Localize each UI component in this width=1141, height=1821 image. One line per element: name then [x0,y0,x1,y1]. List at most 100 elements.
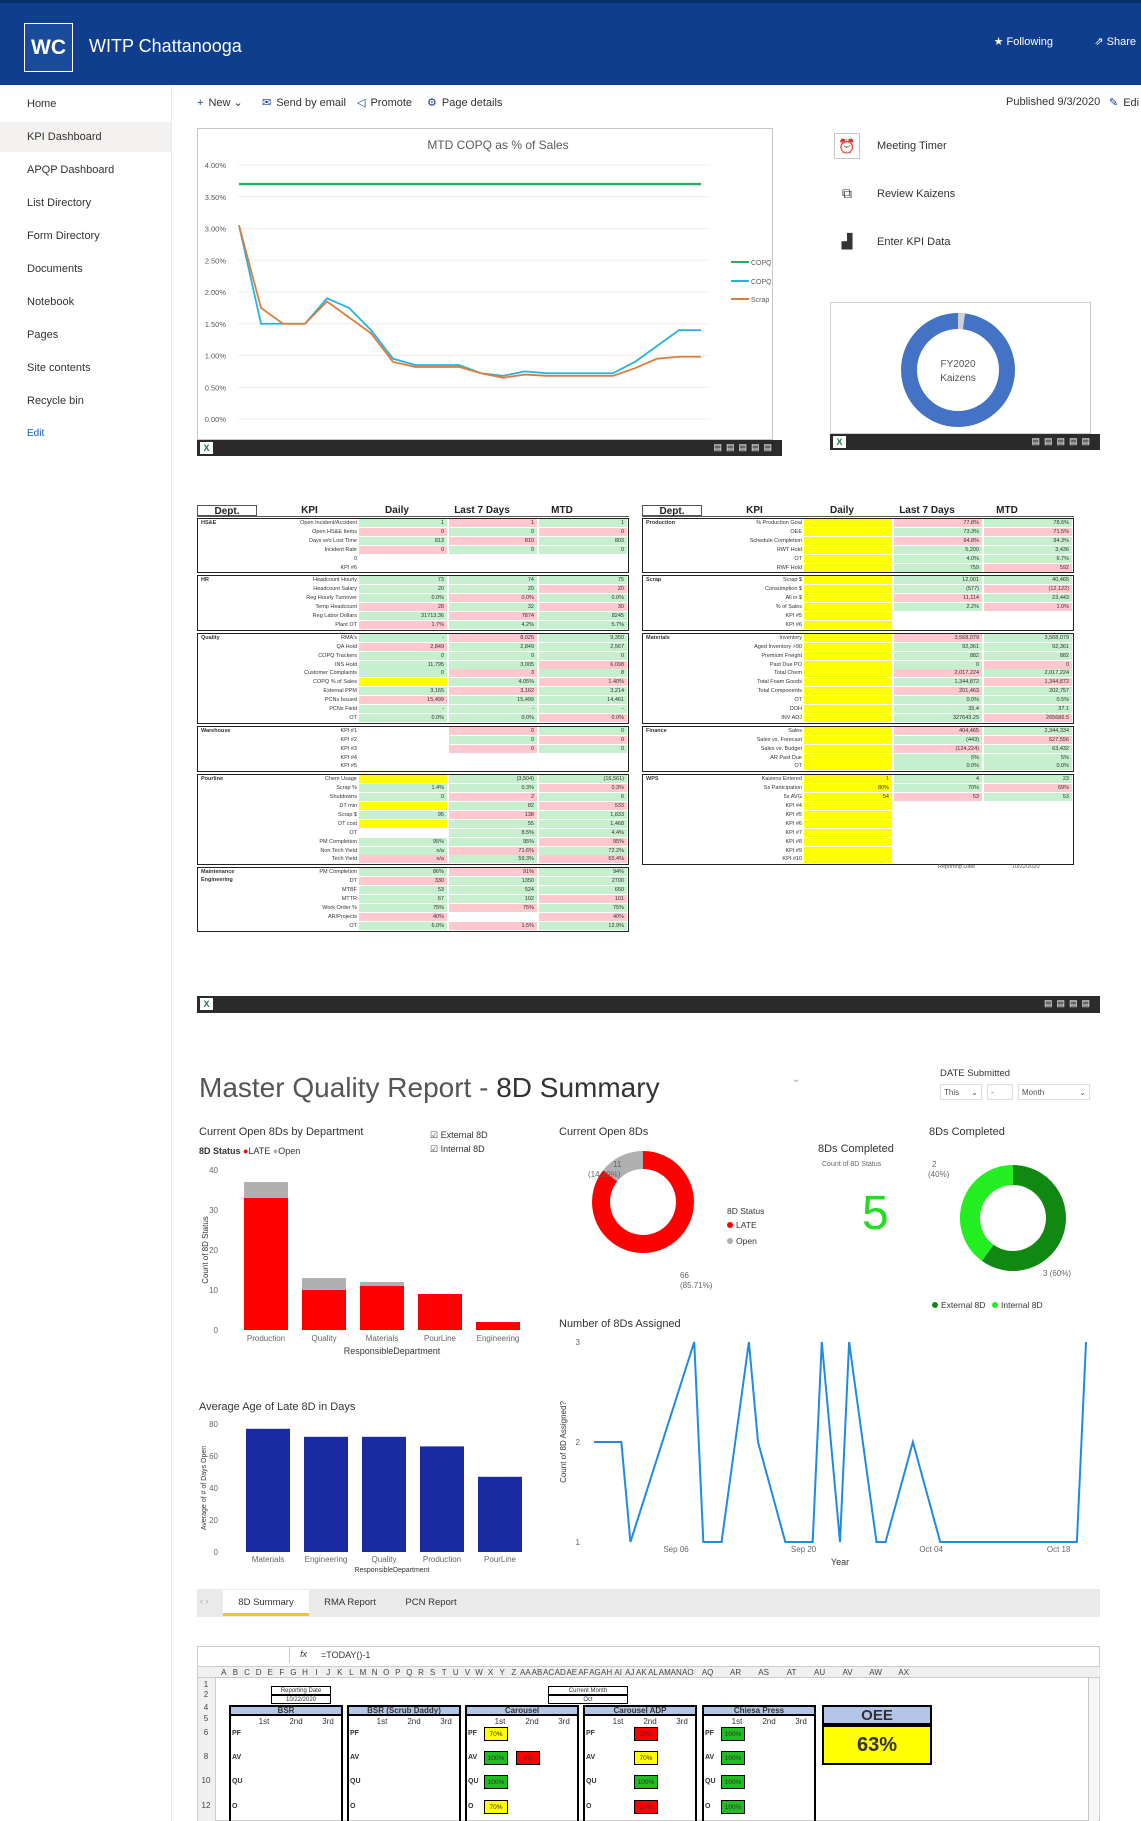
kpi-cell[interactable]: 70% [634,1751,658,1765]
column-header[interactable]: AN [670,1667,682,1678]
formula-bar[interactable]: =TODAY()-1 [321,1650,370,1660]
row-header[interactable]: 12 [198,1801,214,1810]
kpi-cell[interactable]: 100% [484,1751,508,1765]
column-header[interactable]: L [346,1667,358,1678]
internal-8d-checkbox[interactable]: ☑ Internal 8D [430,1144,485,1155]
column-header[interactable]: AR [722,1667,750,1678]
column-header[interactable]: AJ [624,1667,636,1678]
current-month-value[interactable]: Oct [548,1695,628,1704]
nav-item-home[interactable]: Home [0,89,171,119]
column-header[interactable]: AM [659,1667,671,1678]
column-header[interactable]: F [276,1667,288,1678]
column-header[interactable]: AS [750,1667,778,1678]
nav-item-kpi-dashboard[interactable]: KPI Dashboard [0,122,171,152]
column-header[interactable]: V [462,1667,474,1678]
share-button[interactable]: ⇗ Share [1094,35,1136,48]
nav-edit-link[interactable]: Edit [0,419,171,449]
row-header[interactable]: 1 [198,1680,214,1689]
reporting-date-value[interactable]: 10/22/2020 [271,1695,331,1704]
v1-bar-open[interactable] [244,1182,288,1198]
column-header[interactable]: O [380,1667,392,1678]
external-8d-checkbox[interactable]: ☑ External 8D [430,1130,488,1141]
v5-bar[interactable] [420,1446,464,1552]
excel-tools-icons[interactable]: ▤▤▤▤▤ [713,442,776,453]
date-filter-this[interactable]: This ⌄ [940,1084,982,1100]
v1-bar-late[interactable] [244,1198,288,1330]
kpi-cell[interactable]: 100% [484,1775,508,1789]
kpi-cell[interactable]: 70% [484,1727,508,1741]
row-header[interactable]: 5 [198,1714,214,1723]
tab-pcn-report[interactable]: PCN Report [396,1590,466,1616]
sheet-scrollbar[interactable] [1088,1678,1098,1821]
column-header[interactable]: AK [636,1667,648,1678]
send-email-button[interactable]: ✉ Send by email [262,96,346,109]
column-header[interactable]: H [299,1667,311,1678]
column-header[interactable]: AO [682,1667,694,1678]
column-header[interactable]: J [322,1667,334,1678]
column-header[interactable]: AU [806,1667,834,1678]
nav-item-site-contents[interactable]: Site contents [0,353,171,383]
nav-item-notebook[interactable]: Notebook [0,287,171,317]
row-header[interactable]: 10 [198,1776,214,1785]
column-header[interactable]: R [415,1667,427,1678]
v1-bar-late[interactable] [418,1294,462,1330]
kpi-cell[interactable]: 100% [721,1775,745,1789]
column-header[interactable]: AW [862,1667,890,1678]
column-header[interactable]: AE [566,1667,578,1678]
v1-bar-late[interactable] [476,1322,520,1330]
date-filter-unit[interactable]: Month ⌄ [1018,1084,1090,1100]
copq-scrollbar[interactable] [772,128,782,440]
column-header[interactable]: D [253,1667,265,1678]
kpi-cell[interactable]: 100% [721,1727,745,1741]
edit-page-button[interactable]: ✎ Edi [1109,96,1139,109]
kpi-cell[interactable]: 100% [721,1800,745,1814]
tab-8d-summary[interactable]: 8D Summary [223,1590,309,1616]
column-header[interactable]: AQ [694,1667,722,1678]
column-header[interactable]: S [427,1667,439,1678]
column-header[interactable]: AC [543,1667,555,1678]
kpi-cell[interactable]: 4% [516,1751,540,1765]
column-header[interactable]: AI [612,1667,624,1678]
site-logo[interactable]: WC [24,23,73,72]
column-header[interactable]: AF [578,1667,590,1678]
column-header[interactable]: T [438,1667,450,1678]
column-header[interactable]: AV [834,1667,862,1678]
name-box[interactable] [198,1647,290,1663]
column-header[interactable]: E [264,1667,276,1678]
excel-tools-icons[interactable]: ▤▤▤▤▤ [1031,436,1094,447]
nav-item-list-directory[interactable]: List Directory [0,188,171,218]
column-header[interactable]: AL [647,1667,659,1678]
column-header[interactable]: P [392,1667,404,1678]
page-details-button[interactable]: ⚙ Page details [427,96,502,109]
column-header[interactable]: Y [496,1667,508,1678]
column-header[interactable]: U [450,1667,462,1678]
nav-item-form-directory[interactable]: Form Directory [0,221,171,251]
kpi-cell[interactable]: 70% [484,1800,508,1814]
tab-prev-icon[interactable]: ‹ › [200,1596,209,1606]
column-header[interactable]: K [334,1667,346,1678]
column-header[interactable]: X [485,1667,497,1678]
column-header[interactable]: G [288,1667,300,1678]
chevron-down-icon[interactable]: ⌄ [792,1074,800,1085]
v4-slice-internal[interactable] [960,1165,1014,1261]
column-header[interactable]: AD [554,1667,566,1678]
excel-tools-icons[interactable]: ▤▤▤▤ [1044,998,1094,1009]
kpi-cell[interactable]: 100% [721,1751,745,1765]
row-header[interactable]: 8 [198,1752,214,1761]
v1-bar-late[interactable] [302,1290,346,1330]
kpi-cell[interactable]: 19% [634,1800,658,1814]
promote-button[interactable]: ◁ Promote [357,96,412,109]
column-header[interactable]: AT [778,1667,806,1678]
row-header[interactable]: 6 [198,1728,214,1737]
v5-bar[interactable] [362,1436,406,1552]
kaizen-scrollbar[interactable] [1090,302,1100,434]
column-header[interactable]: AH [601,1667,613,1678]
v5-bar[interactable] [478,1476,522,1552]
nav-item-documents[interactable]: Documents [0,254,171,284]
v5-bar[interactable] [246,1428,290,1552]
column-header[interactable]: Q [404,1667,416,1678]
v1-bar-open[interactable] [302,1278,346,1290]
v1-bar-open[interactable] [360,1282,404,1286]
new-button[interactable]: + New ⌄ [197,96,243,109]
column-header[interactable]: C [241,1667,253,1678]
